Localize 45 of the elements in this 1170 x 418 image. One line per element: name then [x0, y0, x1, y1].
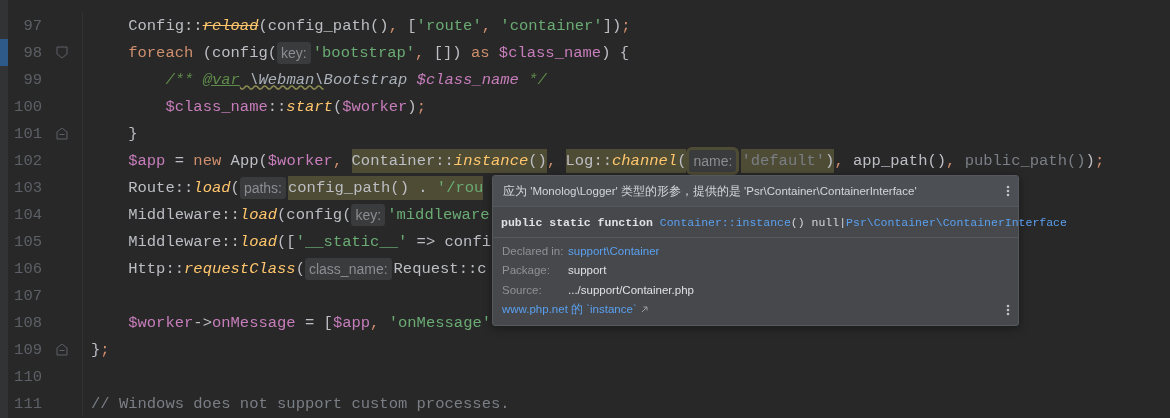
line-number: 101: [13, 124, 42, 143]
line-number: 97: [22, 16, 42, 35]
code-line: Http::requestClass( class_name: Request::c: [127, 256, 487, 281]
line-number: 100: [13, 97, 42, 116]
detail-link[interactable]: support\Container: [568, 244, 660, 257]
code-line: Config::reload(config_path(), ['route', 'container']);: [127, 15, 631, 37]
line-number: 108: [13, 313, 42, 332]
line-number: 102: [13, 151, 42, 170]
type-link[interactable]: Psr\Container\ContainerInterface: [846, 215, 1067, 229]
function-signature: public static function Container::instance() null|Psr\Container\ContainerInterface: [501, 215, 1067, 229]
fold-icon[interactable]: [56, 127, 68, 140]
code-line: $app = new App($worker, Container::instance(), Log::channel( name: 'default'), app_path(), public_path());: [91, 148, 1105, 173]
line-number: 109: [13, 340, 42, 359]
detail-label: Source:: [502, 283, 543, 296]
line-number: 105: [13, 232, 42, 251]
line-number: 104: [13, 205, 42, 224]
code-line: Middleware::load(['__static__' => confi: [127, 231, 492, 253]
type-link[interactable]: Container::instance: [659, 215, 791, 229]
code-line: /** @var \Webman\Bootstrap $class_name */: [164, 69, 547, 91]
detail-value: .../support/Container.php: [568, 283, 694, 296]
line-number: 107: [13, 286, 42, 305]
code-line: $class_name::start($worker);: [164, 96, 426, 118]
code-line: }: [127, 123, 138, 145]
fold-icon[interactable]: [56, 343, 68, 356]
line-number: 98: [22, 43, 42, 62]
line-number: 110: [13, 367, 42, 386]
detail-label: Declared in:: [502, 244, 565, 257]
more-icon[interactable]: [1006, 303, 1010, 316]
detail-value: support: [568, 264, 607, 277]
line-number: 111: [13, 394, 42, 413]
line-number: 103: [13, 178, 42, 197]
documentation-link[interactable]: www.php.net 的 `instance`: [502, 302, 637, 317]
external-link-icon: [640, 306, 648, 313]
code-line: $worker->onMessage = [$app, 'onMessage': [127, 312, 492, 334]
more-icon[interactable]: [1006, 185, 1010, 197]
code-line: Route::load( paths: config_path() . '/rou: [91, 175, 484, 200]
detail-label: Package:: [502, 264, 551, 277]
code-line: Middleware::load(config( key: 'middleware: [127, 202, 490, 227]
code-line: foreach (config( key: 'bootstrap', []) as $class_name) {: [127, 40, 630, 65]
popup-message: 应为 'Monolog\Logger' 类型的形参，提供的是 'Psr\Container\ContainerInterface': [503, 183, 917, 199]
fold-icon[interactable]: [56, 46, 68, 59]
code-comment: // Windows does not support custom processes.: [91, 393, 510, 415]
code-line: };: [91, 339, 110, 361]
line-number: 99: [22, 70, 42, 89]
line-number: 106: [13, 259, 42, 278]
